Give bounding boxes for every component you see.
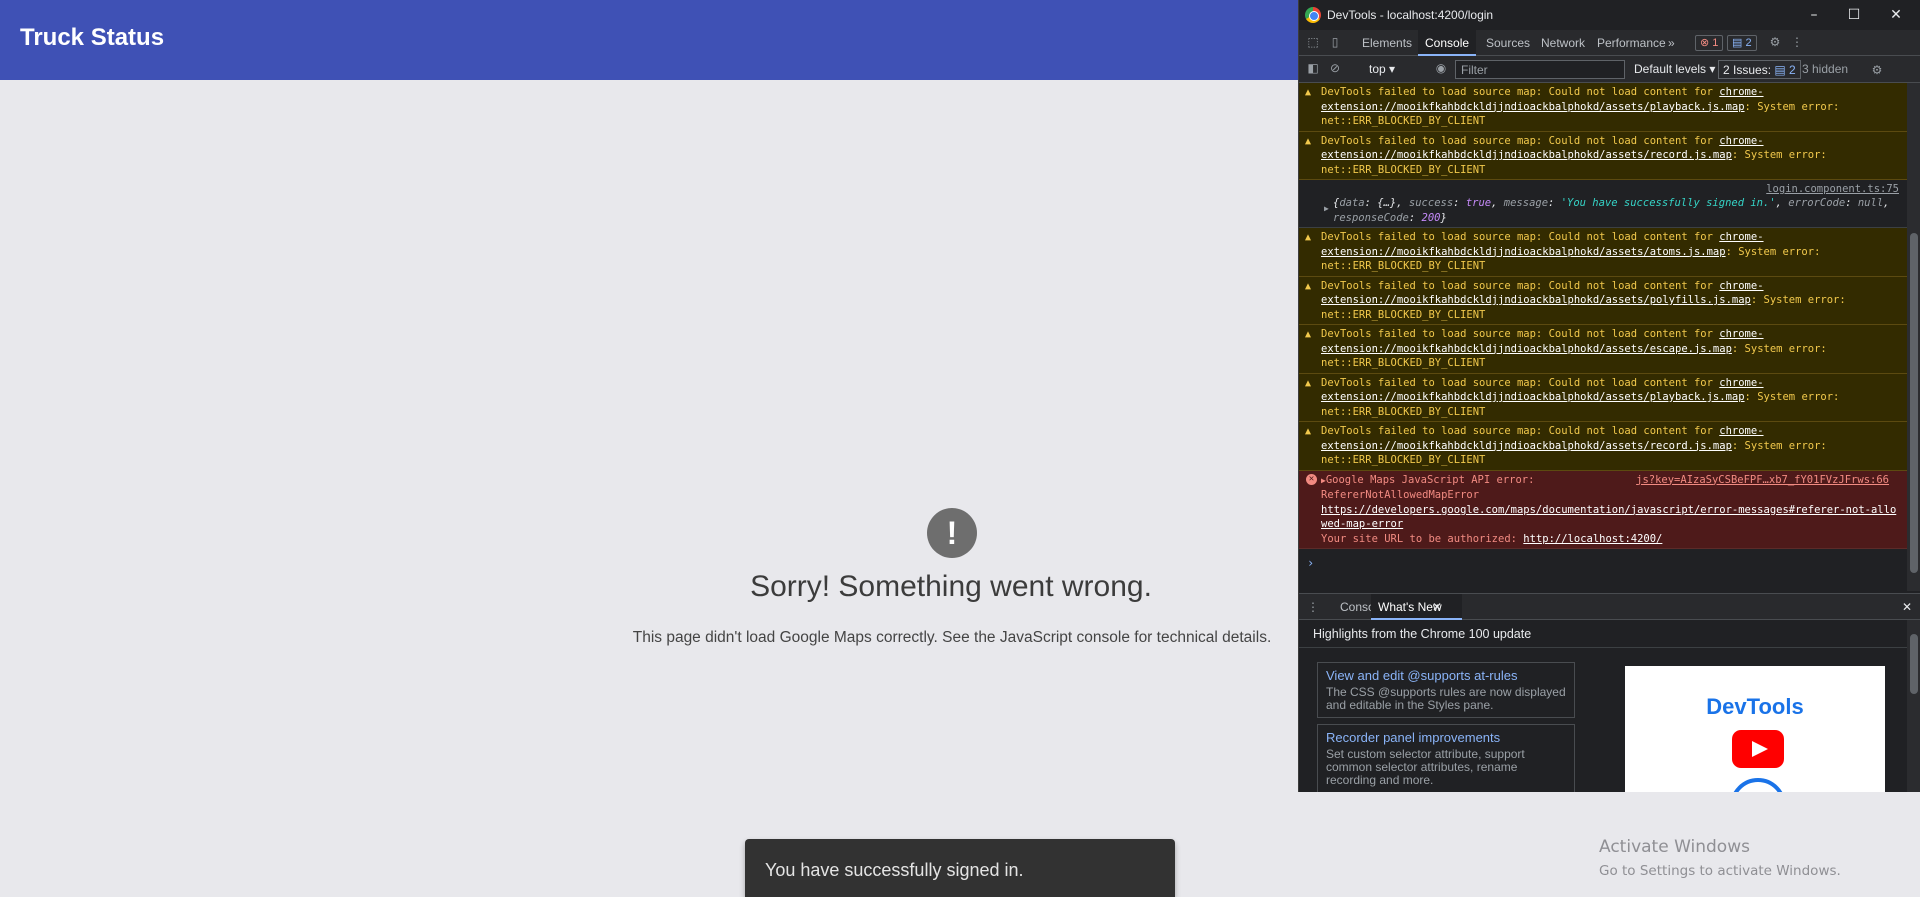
drawer-scrollbar[interactable] [1907, 620, 1920, 792]
promo-title: DevTools [1706, 694, 1804, 719]
scrollbar-thumb[interactable] [1910, 233, 1918, 573]
console-warning-message: ▲ DevTools failed to load source map: Cou… [1299, 325, 1907, 374]
warning-icon: ▲ [1305, 135, 1312, 147]
windows-activation-watermark: Activate Windows Go to Settings to activ… [1599, 837, 1841, 879]
more-tabs-icon[interactable]: » [1661, 30, 1682, 56]
devtools-tab-bar: ⬚ ▯ Elements Console Sources Network Per… [1299, 30, 1920, 56]
console-scrollbar[interactable] [1907, 83, 1920, 591]
issues-button[interactable]: 2 Issues: ▤ 2 [1718, 60, 1801, 79]
console-log-message: login.component.ts:75 ▶ {data: {…}, succ… [1299, 180, 1907, 228]
drawer-menu-icon[interactable]: ⋮ [1305, 599, 1321, 615]
close-tab-icon[interactable]: ✕ [1429, 599, 1445, 615]
feature-card[interactable]: View and edit @supports at-rules The CSS… [1317, 662, 1575, 718]
error-docs-link[interactable]: https://developers.google.com/maps/docum… [1321, 504, 1896, 531]
map-error-title: Sorry! Something went wrong. [750, 570, 1152, 603]
console-prompt-icon[interactable]: › [1307, 556, 1314, 570]
message-count-badge[interactable]: ▤ 2 [1727, 35, 1757, 51]
error-name: RefererNotAllowedMapError [1321, 489, 1480, 501]
devtools-window-title: DevTools - localhost:4200/login [1327, 8, 1494, 22]
feature-card-description: The CSS @supports rules are now displaye… [1326, 685, 1566, 712]
console-error-message: ✕ js?key=AIzaSyCSBeFPF…xb7_fY01FVzJFrws:… [1299, 470, 1907, 549]
devtools-video-thumbnail[interactable]: DevTools [1625, 666, 1885, 792]
error-source-link[interactable]: js?key=AIzaSyCSBeFPF…xb7_fY01FVzJFrws:66 [1636, 473, 1889, 488]
console-toolbar: ◧ ⊘ top ▾ ◉ Filter Default levels ▾ 2 Is… [1299, 56, 1920, 83]
feature-card-title[interactable]: Recorder panel improvements [1326, 730, 1566, 745]
console-warning-message: ▲ DevTools failed to load source map: Cou… [1299, 422, 1907, 471]
close-drawer-icon[interactable]: ✕ [1899, 599, 1915, 615]
warning-icon: ▲ [1305, 377, 1312, 389]
tab-network[interactable]: Network [1534, 30, 1592, 56]
whats-new-heading: Highlights from the Chrome 100 update [1313, 627, 1532, 641]
live-expression-eye-icon[interactable]: ◉ [1433, 60, 1449, 76]
watermark-title: Activate Windows [1599, 837, 1750, 857]
tab-elements[interactable]: Elements [1355, 30, 1419, 56]
watermark-subtitle: Go to Settings to activate Windows. [1599, 863, 1841, 879]
sidebar-toggle-icon[interactable]: ◧ [1305, 60, 1321, 76]
devtools-window: DevTools - localhost:4200/login – ☐ ✕ ⬚ … [1298, 0, 1920, 792]
whats-new-panel: Highlights from the Chrome 100 update Vi… [1299, 620, 1907, 792]
console-warning-message: ▲ DevTools failed to load source map: Cou… [1299, 228, 1907, 277]
expand-arrow-icon[interactable]: ▶ [1324, 202, 1329, 217]
drawer-tab-bar: ⋮ Console What's New ✕ ✕ [1299, 593, 1920, 620]
error-icon: ! [927, 508, 977, 558]
kebab-menu-icon[interactable]: ⋮ [1789, 34, 1805, 50]
minimize-icon[interactable]: – [1799, 4, 1829, 26]
feature-card[interactable]: Recorder panel improvements Set custom s… [1317, 724, 1575, 792]
console-warning-message: ▲ DevTools failed to load source map: Cou… [1299, 83, 1907, 132]
feature-card-description: Set custom selector attribute, support c… [1326, 747, 1525, 787]
hidden-messages-count: 3 hidden [1802, 62, 1849, 76]
console-warning-message: ▲ DevTools failed to load source map: Cou… [1299, 131, 1907, 180]
inspect-element-icon[interactable]: ⬚ [1305, 34, 1321, 50]
error-icon: ✕ [1306, 473, 1317, 485]
device-toolbar-icon[interactable]: ▯ [1327, 34, 1343, 50]
warning-icon: ▲ [1305, 87, 1312, 98]
authorize-url-link[interactable]: http://localhost:4200/ [1523, 533, 1662, 545]
logged-object[interactable]: {data: {…}, success: true, message: 'You… [1333, 196, 1893, 225]
tab-console[interactable]: Console [1418, 30, 1477, 56]
clear-console-icon[interactable]: ⊘ [1327, 60, 1343, 76]
snackbar: You have successfully signed in. [745, 839, 1175, 897]
console-filter-input[interactable]: Filter [1455, 60, 1625, 79]
scrollbar-thumb[interactable] [1910, 634, 1918, 694]
devtools-titlebar: DevTools - localhost:4200/login – ☐ ✕ [1299, 0, 1920, 30]
feature-card-title[interactable]: View and edit @supports at-rules [1326, 668, 1566, 683]
maximize-icon[interactable]: ☐ [1839, 4, 1869, 26]
close-window-icon[interactable]: ✕ [1881, 4, 1911, 26]
divider [1299, 647, 1907, 648]
log-levels-dropdown[interactable]: Default levels ▾ [1634, 62, 1715, 76]
console-warning-message: ▲ DevTools failed to load source map: Cou… [1299, 373, 1907, 422]
context-selector[interactable]: top ▾ [1369, 62, 1395, 76]
error-title: Google Maps JavaScript API error: [1325, 473, 1535, 486]
drawer-tab-whats-new[interactable]: What's New [1371, 594, 1462, 620]
console-warning-message: ▲ DevTools failed to load source map: Cou… [1299, 276, 1907, 325]
log-source-link[interactable]: login.component.ts:75 [1766, 182, 1899, 197]
settings-gear-icon[interactable]: ⚙ [1767, 34, 1783, 50]
warning-icon: ▲ [1305, 426, 1312, 437]
map-error-message: This page didn't load Google Maps correc… [632, 629, 1272, 646]
devtools-logo-icon [1730, 778, 1786, 792]
console-messages: ▲ DevTools failed to load source map: Cou… [1299, 83, 1907, 591]
youtube-play-icon[interactable] [1732, 730, 1784, 768]
app-title: Truck Status [20, 24, 165, 51]
console-settings-icon[interactable]: ⚙ [1869, 62, 1885, 78]
error-count-badge[interactable]: ⊗ 1 [1695, 35, 1724, 51]
chrome-icon [1305, 7, 1321, 23]
tab-sources[interactable]: Sources [1479, 30, 1537, 56]
snackbar-message: You have successfully signed in. [765, 860, 1024, 880]
warning-icon: ▲ [1305, 280, 1312, 292]
warning-icon: ▲ [1305, 232, 1312, 243]
warning-icon: ▲ [1305, 329, 1312, 340]
